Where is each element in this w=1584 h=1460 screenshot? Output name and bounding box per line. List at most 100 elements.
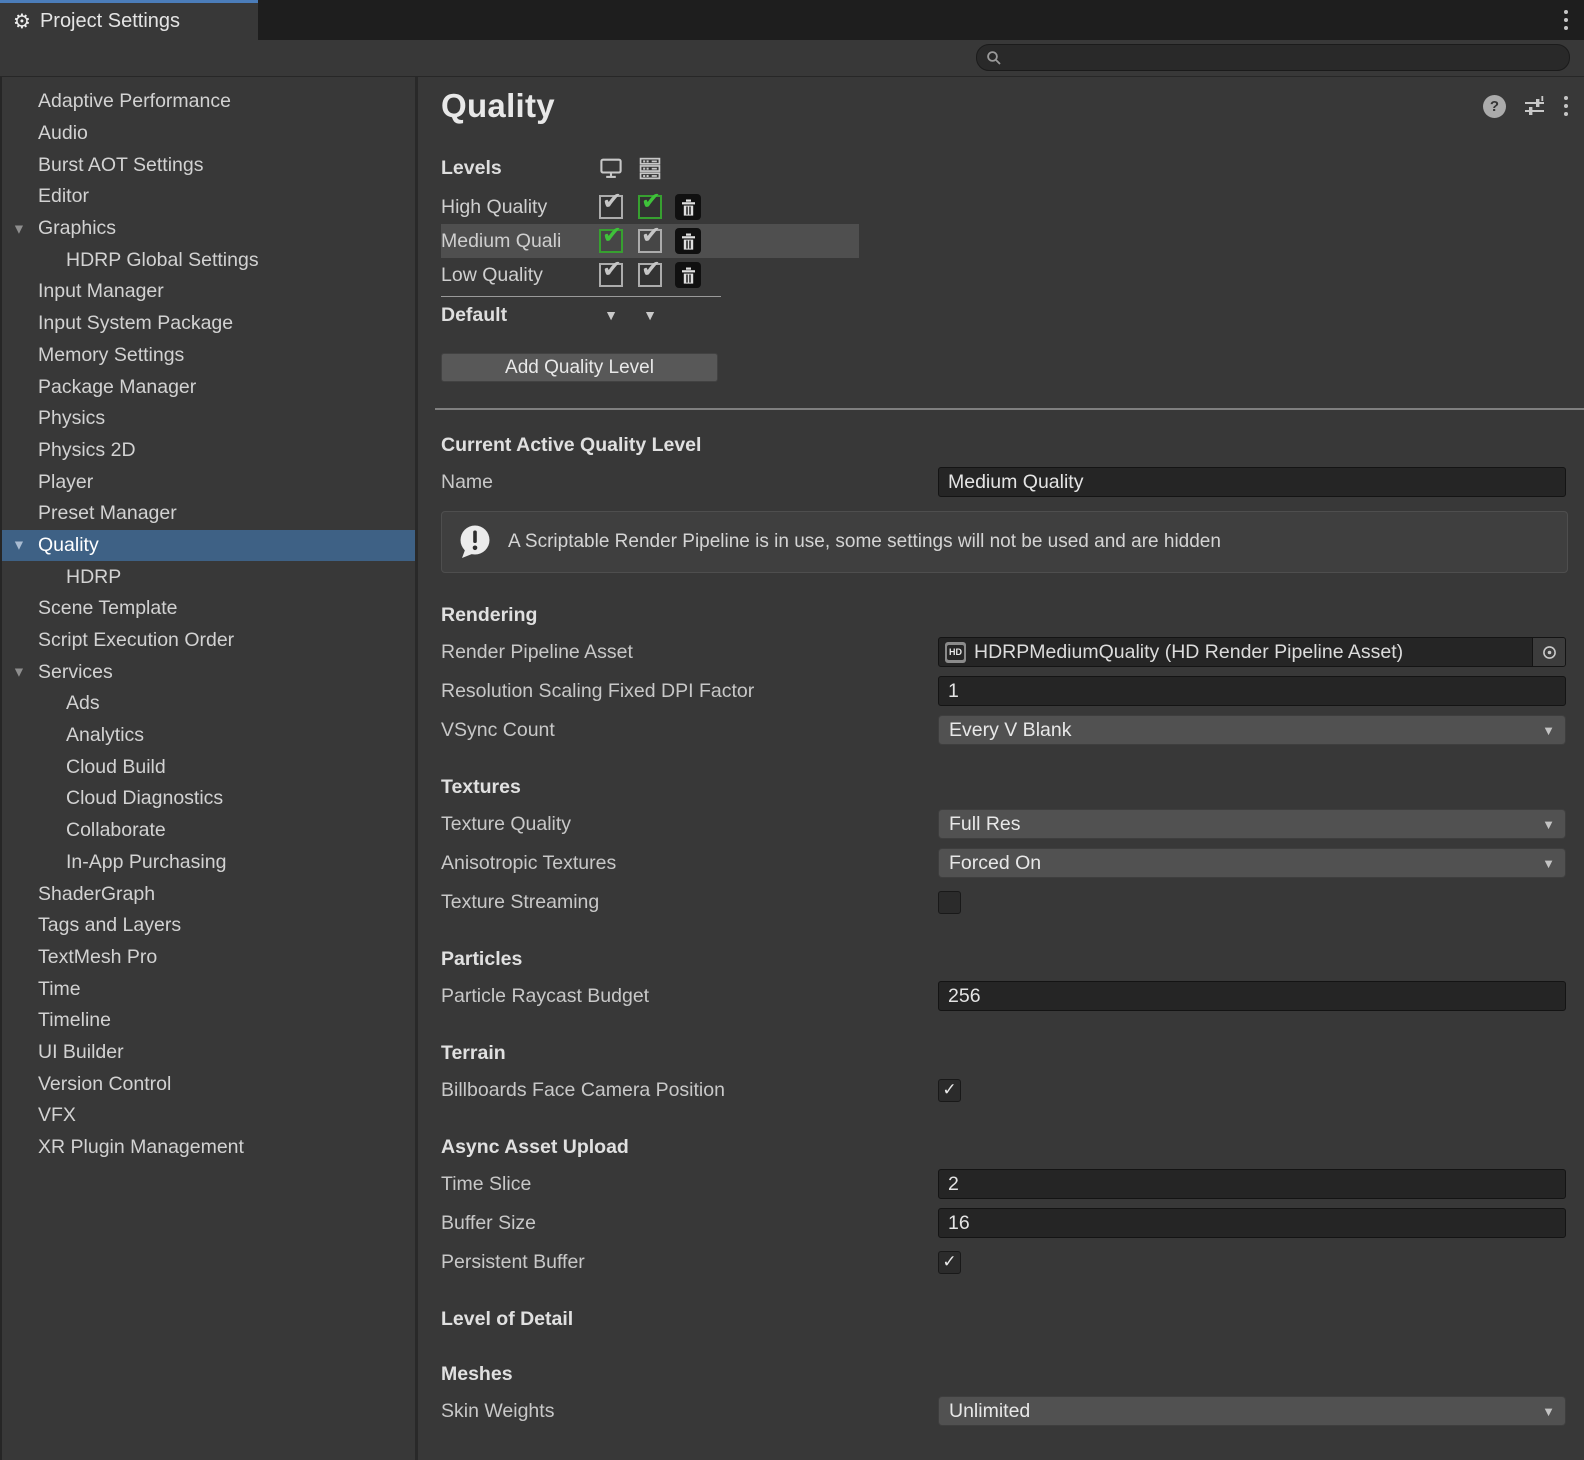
quality-level-row-medium-quali[interactable]: Medium Quali✔✔: [441, 224, 859, 258]
server-quality-checkbox[interactable]: ✔: [638, 263, 662, 287]
search-box[interactable]: [976, 44, 1570, 71]
foldout-triangle-icon[interactable]: ▼: [12, 220, 26, 236]
server-quality-checkbox[interactable]: ✔: [638, 229, 662, 253]
sidebar-item-label: Package Manager: [38, 376, 196, 399]
sidebar-item-tags-and-layers[interactable]: Tags and Layers: [2, 910, 415, 942]
skin-weights-dropdown[interactable]: Unlimited▼: [938, 1396, 1566, 1426]
sidebar-item-graphics[interactable]: ▼Graphics: [2, 213, 415, 245]
sidebar-item-cloud-build[interactable]: Cloud Build: [2, 751, 415, 783]
quality-level-row-high-quality[interactable]: High Quality✔✔: [441, 190, 859, 224]
foldout-triangle-icon[interactable]: ▼: [12, 537, 26, 553]
tab-project-settings[interactable]: ⚙ Project Settings: [0, 0, 258, 40]
toolbar: [0, 40, 1584, 77]
particle-raycast-budget-input[interactable]: 256: [938, 981, 1566, 1011]
desktop-monitor-icon: [599, 155, 623, 182]
object-picker-icon[interactable]: [1532, 638, 1565, 666]
anisotropic-textures-dropdown[interactable]: Forced On▼: [938, 848, 1566, 878]
sidebar-item-hdrp-global-settings[interactable]: HDRP Global Settings: [2, 244, 415, 276]
server-rack-icon: [638, 155, 662, 182]
chevron-down-icon: ▼: [1542, 817, 1555, 832]
foldout-triangle-icon[interactable]: ▼: [12, 664, 26, 680]
texture-streaming-checkbox[interactable]: [938, 891, 961, 914]
sidebar-item-label: In-App Purchasing: [66, 851, 226, 874]
sidebar-item-analytics[interactable]: Analytics: [2, 720, 415, 752]
sidebar-item-version-control[interactable]: Version Control: [2, 1068, 415, 1100]
sidebar-item-physics-2d[interactable]: Physics 2D: [2, 435, 415, 467]
sidebar-item-cloud-diagnostics[interactable]: Cloud Diagnostics: [2, 783, 415, 815]
presets-icon[interactable]: [1523, 95, 1547, 117]
texture-quality-dropdown[interactable]: Full Res▼: [938, 809, 1566, 839]
quality-level-name: High Quality: [441, 196, 599, 219]
sidebar-item-label: VFX: [38, 1104, 76, 1127]
sidebar-item-label: Analytics: [66, 724, 144, 747]
sidebar-item-label: Physics 2D: [38, 439, 136, 462]
sidebar-item-editor[interactable]: Editor: [2, 181, 415, 213]
sidebar-item-player[interactable]: Player: [2, 466, 415, 498]
add-quality-level-button[interactable]: Add Quality Level: [441, 353, 718, 382]
sidebar-item-timeline[interactable]: Timeline: [2, 1005, 415, 1037]
delete-quality-level-button[interactable]: [675, 262, 701, 288]
window-menu-kebab-icon[interactable]: [1564, 9, 1568, 31]
sidebar-item-ui-builder[interactable]: UI Builder: [2, 1037, 415, 1069]
sidebar-item-xr-plugin-management[interactable]: XR Plugin Management: [2, 1132, 415, 1164]
page-title: Quality: [441, 87, 555, 125]
default-server-dropdown-caret-icon[interactable]: ▼: [638, 307, 662, 323]
field-label: Render Pipeline Asset: [441, 641, 938, 664]
desktop-quality-checkbox[interactable]: ✔: [599, 195, 623, 219]
desktop-quality-checkbox[interactable]: ✔: [599, 263, 623, 287]
sidebar-item-audio[interactable]: Audio: [2, 118, 415, 150]
section-header-rendering: Rendering: [441, 602, 1568, 628]
sidebar-item-label: Ads: [66, 692, 100, 715]
trash-icon: [681, 233, 696, 250]
sidebar-item-input-system-package[interactable]: Input System Package: [2, 308, 415, 340]
sidebar-item-burst-aot-settings[interactable]: Burst AOT Settings: [2, 149, 415, 181]
sidebar-item-quality[interactable]: ▼Quality: [2, 530, 415, 562]
server-quality-checkbox[interactable]: ✔: [638, 195, 662, 219]
panel-menu-kebab-icon[interactable]: [1564, 95, 1568, 117]
quality-level-row-low-quality[interactable]: Low Quality✔✔: [441, 258, 859, 292]
desktop-quality-checkbox[interactable]: ✔: [599, 229, 623, 253]
field-label: Name: [441, 471, 938, 494]
vsync-count-dropdown[interactable]: Every V Blank▼: [938, 715, 1566, 745]
sidebar-item-input-manager[interactable]: Input Manager: [2, 276, 415, 308]
search-input[interactable]: [1008, 48, 1569, 68]
delete-quality-level-button[interactable]: [675, 228, 701, 254]
sidebar-item-ads[interactable]: Ads: [2, 688, 415, 720]
sidebar-item-collaborate[interactable]: Collaborate: [2, 815, 415, 847]
sidebar-item-hdrp[interactable]: HDRP: [2, 561, 415, 593]
time-slice-input[interactable]: 2: [938, 1169, 1566, 1199]
delete-quality-level-button[interactable]: [675, 194, 701, 220]
field-label: Billboards Face Camera Position: [441, 1079, 938, 1102]
field-value: Medium Quality: [948, 471, 1083, 494]
render-pipeline-asset-object-field[interactable]: HDHDRPMediumQuality (HD Render Pipeline …: [938, 637, 1566, 667]
sidebar-item-time[interactable]: Time: [2, 973, 415, 1005]
sidebar-item-in-app-purchasing[interactable]: In-App Purchasing: [2, 847, 415, 879]
sidebar-item-services[interactable]: ▼Services: [2, 656, 415, 688]
dropdown-value: Every V Blank: [949, 719, 1071, 742]
section-header-particles: Particles: [441, 946, 1568, 972]
sidebar-item-memory-settings[interactable]: Memory Settings: [2, 340, 415, 372]
sidebar-item-script-execution-order[interactable]: Script Execution Order: [2, 625, 415, 657]
form-row-buffer-size: Buffer Size16: [441, 1208, 1568, 1238]
sidebar-item-label: Player: [38, 471, 93, 494]
sidebar-item-adaptive-performance[interactable]: Adaptive Performance: [2, 86, 415, 118]
field-label: Skin Weights: [441, 1400, 938, 1423]
sidebar-item-package-manager[interactable]: Package Manager: [2, 371, 415, 403]
sidebar-item-textmesh-pro[interactable]: TextMesh Pro: [2, 942, 415, 974]
form-row-time-slice: Time Slice2: [441, 1169, 1568, 1199]
sidebar-item-vfx[interactable]: VFX: [2, 1100, 415, 1132]
buffer-size-input[interactable]: 16: [938, 1208, 1566, 1238]
resolution-scaling-fixed-dpi-factor-input[interactable]: 1: [938, 676, 1566, 706]
billboards-face-camera-position-checkbox[interactable]: ✓: [938, 1079, 961, 1102]
persistent-buffer-checkbox[interactable]: ✓: [938, 1251, 961, 1274]
name-input[interactable]: Medium Quality: [938, 467, 1566, 497]
sidebar-item-preset-manager[interactable]: Preset Manager: [2, 498, 415, 530]
levels-label: Levels: [441, 157, 599, 180]
sidebar-item-scene-template[interactable]: Scene Template: [2, 593, 415, 625]
sidebar-item-label: ShaderGraph: [38, 883, 155, 906]
field-label: Particle Raycast Budget: [441, 985, 938, 1008]
sidebar-item-shadergraph[interactable]: ShaderGraph: [2, 878, 415, 910]
help-icon[interactable]: ?: [1483, 95, 1506, 118]
sidebar-item-physics[interactable]: Physics: [2, 403, 415, 435]
default-desktop-dropdown-caret-icon[interactable]: ▼: [599, 307, 623, 323]
